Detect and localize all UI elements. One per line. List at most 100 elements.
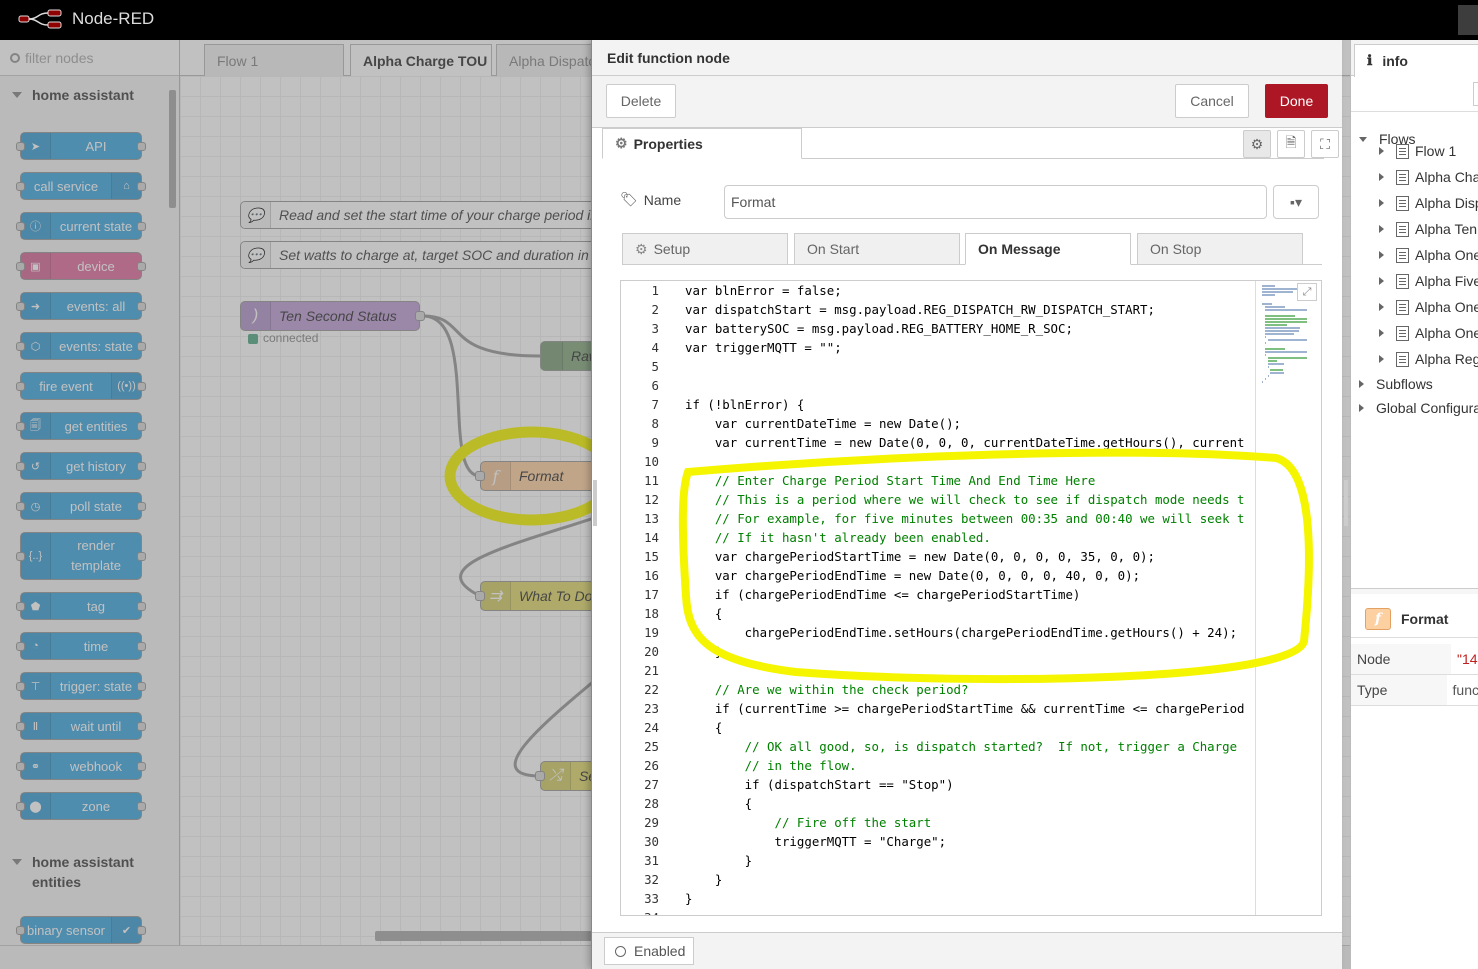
- tab-flow-1[interactable]: Flow 1: [204, 44, 344, 76]
- info-value[interactable]: "14: [1451, 651, 1478, 667]
- flow-label: Alpha One: [1415, 325, 1478, 341]
- flow-item[interactable]: Flow 1: [1379, 138, 1456, 164]
- code-editor[interactable]: 1 var blnError = false; 2 var dispatchStart…: [620, 280, 1322, 916]
- signpost-icon: ⊤: [21, 673, 51, 699]
- tab-on-stop[interactable]: On Stop: [1137, 233, 1303, 265]
- info-icon: ⓘ: [21, 213, 51, 239]
- flow-icon: [1396, 169, 1409, 185]
- minimap-line: [1270, 372, 1285, 374]
- tray-resize-handle[interactable]: [593, 480, 597, 526]
- line-number: 23: [644, 701, 659, 716]
- palette-node[interactable]: ▣ device: [16, 252, 146, 280]
- palette-node[interactable]: ⚭ webhook: [16, 752, 146, 780]
- selected-node-title: Format: [1401, 610, 1449, 627]
- palette-node-label: trigger: state: [59, 678, 133, 694]
- comment-node[interactable]: 💬 Set watts to charge at, target SOC and…: [240, 241, 600, 269]
- menu-button[interactable]: [1458, 5, 1478, 35]
- line-number: 27: [644, 777, 659, 792]
- output-port[interactable]: [415, 311, 425, 321]
- sidebar-toolbar-button[interactable]: [1473, 82, 1478, 106]
- palette-node[interactable]: ⬡ events: state: [16, 332, 146, 360]
- logo: Node-RED: [18, 8, 154, 30]
- palette-node[interactable]: ⊤ trigger: state: [16, 672, 146, 700]
- flow-item[interactable]: Alpha Ten S: [1379, 216, 1478, 242]
- palette-node[interactable]: fire event ((•)): [16, 372, 146, 400]
- tab-info[interactable]: ℹ info: [1354, 44, 1478, 77]
- palette-node[interactable]: ⓘ current state: [16, 212, 146, 240]
- palette-scrollbar[interactable]: [167, 80, 177, 969]
- palette-node[interactable]: ◷ poll state: [16, 492, 146, 520]
- output-port: [137, 552, 146, 561]
- node-palette: filter nodes home assistant ➤ API call ser…: [0, 40, 180, 969]
- palette-node[interactable]: binary sensor ✔: [16, 916, 146, 944]
- output-port: [137, 682, 146, 691]
- line-number: 19: [644, 625, 659, 640]
- palette-node[interactable]: ➤ API: [16, 132, 146, 160]
- palette-node[interactable]: ⬟ tag: [16, 592, 146, 620]
- tab-alpha-dispatch[interactable]: Alpha Dispatch: [496, 44, 596, 76]
- tab-on-start[interactable]: On Start: [794, 233, 960, 265]
- flow-item[interactable]: Alpha One: [1379, 320, 1478, 346]
- palette-node[interactable]: {..} render template: [16, 532, 146, 580]
- palette-node[interactable]: ↺ get history: [16, 452, 146, 480]
- palette-category-home-assistant-entities[interactable]: home assistant entities: [0, 848, 134, 892]
- tray-resize-handle[interactable]: [1344, 480, 1348, 526]
- sidebar-splitter[interactable]: [1351, 588, 1478, 594]
- ten-second-status-node[interactable]: ) Ten Second Status: [240, 301, 420, 331]
- chevron-down-icon: [12, 92, 22, 98]
- circle-icon: [615, 945, 626, 957]
- flow-item[interactable]: Alpha Five: [1379, 268, 1478, 294]
- palette-node[interactable]: ◔ time: [16, 632, 146, 660]
- palette-node[interactable]: call service ⌂: [16, 172, 146, 200]
- flow-item[interactable]: Alpha One: [1379, 294, 1478, 320]
- done-button[interactable]: Done: [1265, 84, 1328, 118]
- line-text: if (!blnError) {: [685, 397, 805, 412]
- description-icon-button[interactable]: 🗎: [1277, 130, 1305, 158]
- minimap-line: [1267, 357, 1308, 359]
- code-line: 2 var dispatchStart = msg.payload.REG_DIS…: [621, 300, 1261, 319]
- tab-setup[interactable]: ⚙ Setup: [622, 233, 788, 265]
- flow-item[interactable]: Alpha Regi: [1379, 346, 1478, 372]
- palette-node[interactable]: Ⅱwait until: [16, 712, 146, 740]
- flow-item[interactable]: Alpha One: [1379, 242, 1478, 268]
- settings-icon-button[interactable]: ⚙: [1243, 130, 1271, 158]
- icon-picker-button[interactable]: ▪▾: [1273, 185, 1319, 219]
- enabled-toggle[interactable]: Enabled: [604, 937, 694, 965]
- yellow-highlight: [678, 448, 1313, 684]
- sidebar: ℹ info Flows Flow 1Alpha ChargeAlpha Dis…: [1350, 40, 1478, 969]
- delete-button[interactable]: Delete: [606, 84, 676, 118]
- flow-label: Alpha One: [1415, 299, 1478, 315]
- tab-alpha-charge-tou[interactable]: Alpha Charge TOU: [350, 44, 492, 77]
- name-input[interactable]: Format: [724, 185, 1267, 219]
- filter-placeholder: filter nodes: [25, 49, 94, 66]
- palette-category-home-assistant[interactable]: home assistant: [0, 76, 179, 114]
- minimap-line: [1264, 342, 1266, 344]
- minimap-line: [1264, 336, 1266, 338]
- palette-node[interactable]: ➜ events: all: [16, 292, 146, 320]
- node-red-logo-icon: [18, 9, 62, 29]
- tree-subflows[interactable]: Subflows: [1359, 371, 1433, 397]
- input-port[interactable]: [475, 591, 485, 601]
- output-port: [137, 342, 146, 351]
- chevron-right-icon: [1359, 380, 1364, 388]
- tree-global-configuration[interactable]: Global Configuration: [1359, 395, 1478, 421]
- cancel-button[interactable]: Cancel: [1175, 84, 1249, 118]
- palette-node[interactable]: 🗐 get entities: [16, 412, 146, 440]
- tab-properties[interactable]: ⚙ Properties: [602, 128, 802, 159]
- palette-filter[interactable]: filter nodes: [0, 40, 179, 76]
- tab-label: info: [1382, 53, 1408, 69]
- input-port[interactable]: [535, 771, 545, 781]
- flow-item[interactable]: Alpha Charge: [1379, 164, 1478, 190]
- flow-item[interactable]: Alpha Dispatch: [1379, 190, 1478, 216]
- appearance-icon-button[interactable]: ⛶: [1311, 130, 1339, 158]
- palette-node[interactable]: ⬤ zone: [16, 792, 146, 820]
- node-info-table: Node "14 Type func: [1351, 644, 1478, 706]
- frame-icon: ⛶: [1320, 135, 1330, 152]
- what-to-do-node[interactable]: ⇉ What To Do: [480, 581, 600, 611]
- comment-node[interactable]: 💬 Read and set the start time of your ch…: [240, 201, 600, 229]
- tab-on-message[interactable]: On Message: [965, 233, 1131, 265]
- line-number: 14: [644, 530, 659, 545]
- palette-node-label: binary sensor: [26, 922, 106, 938]
- code-line: 4 var triggerMQTT = "";: [621, 338, 1261, 357]
- expand-editor-button[interactable]: ⤢: [1297, 283, 1317, 301]
